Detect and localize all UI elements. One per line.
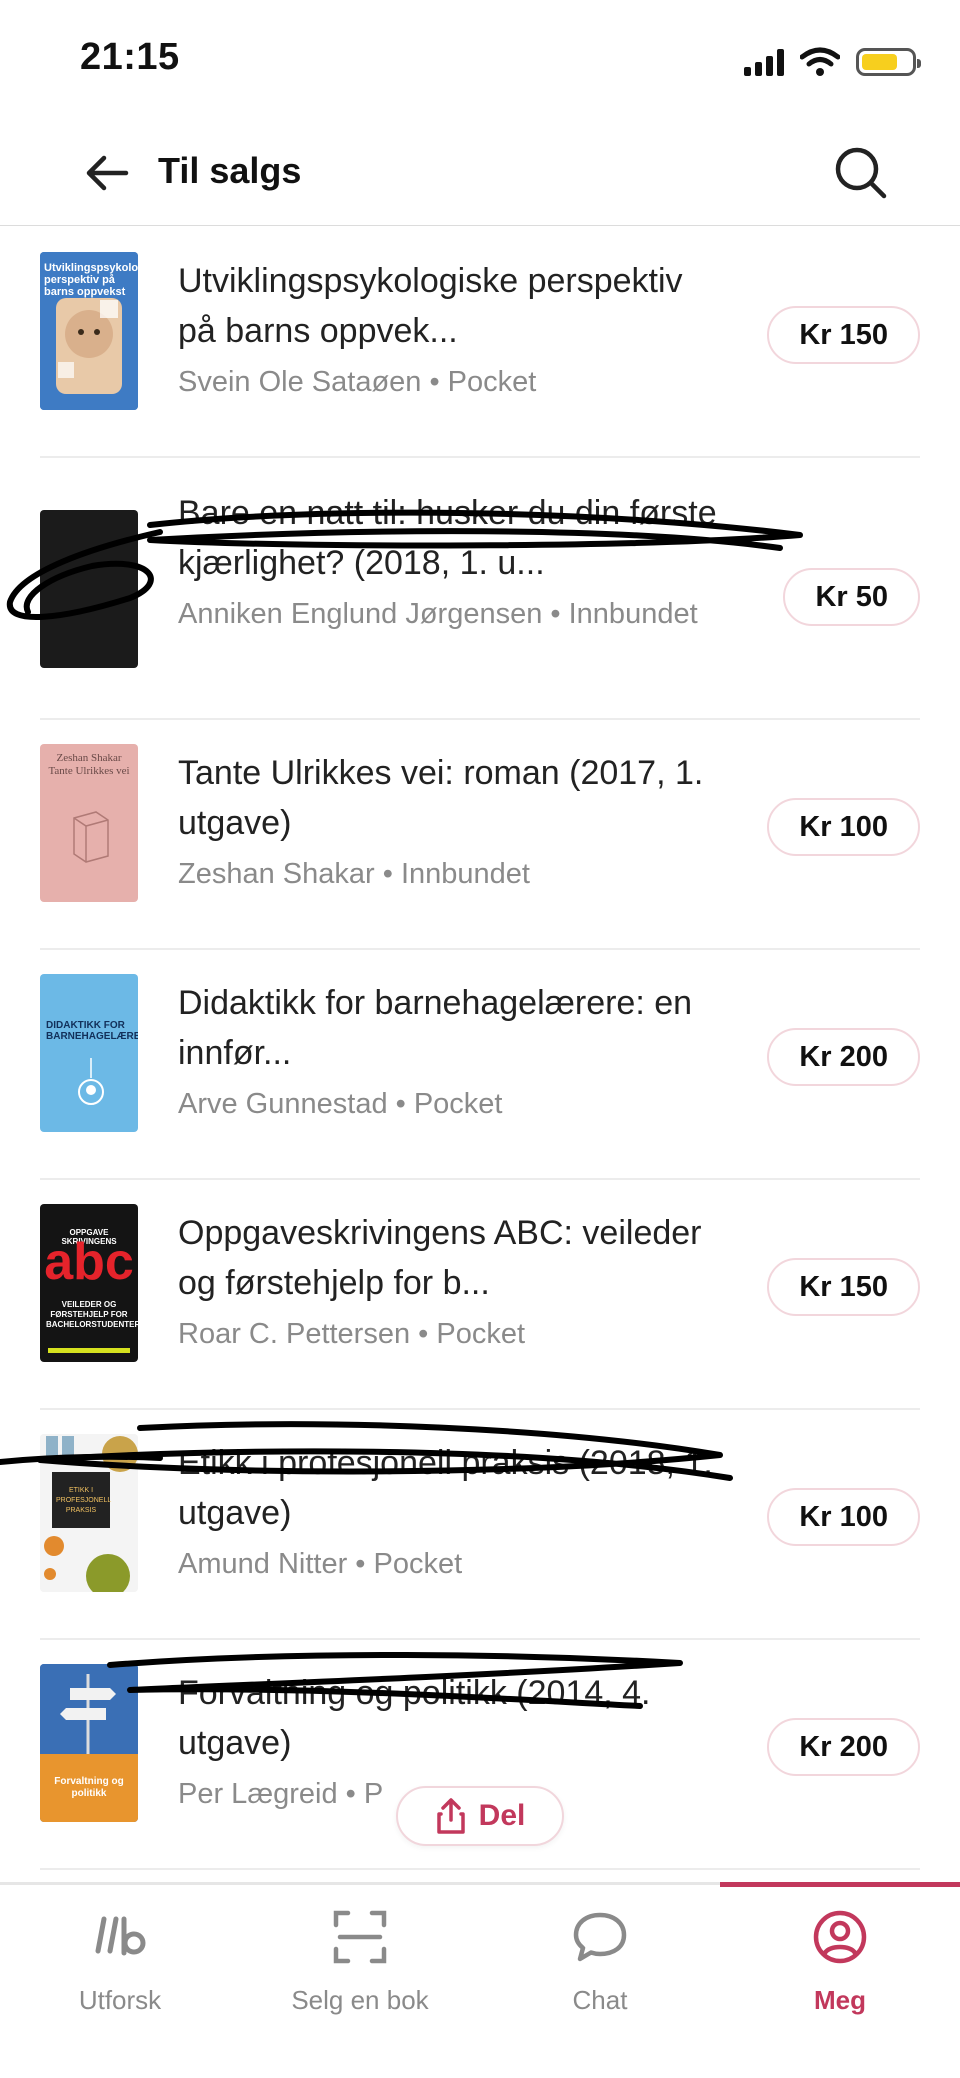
listing-row[interactable]: Bare en natt til: husker du din første k… <box>40 458 920 720</box>
listing-row[interactable]: Utviklingspsykologiske perspektiv på bar… <box>40 228 920 458</box>
chat-bubble-icon <box>573 1912 627 1962</box>
listing-meta: Svein Ole Sataøen • Pocket <box>178 366 537 398</box>
listing-info: Bare en natt til: husker du din første k… <box>178 488 718 634</box>
listing-title: Forvaltning og politikk (2014, 4. utgave… <box>178 1674 651 1762</box>
listing-meta: Zeshan Shakar • Innbundet <box>178 858 530 890</box>
listing-info: Utviklingspsykologiske perspektiv på bar… <box>178 256 718 402</box>
book-cover: OPPGAVE SKRIVINGENS abc VEILEDER OG FØRS… <box>40 1204 138 1362</box>
tab-label: Utforsk <box>78 1985 162 2015</box>
share-button[interactable]: Del <box>396 1786 564 1846</box>
tab-selg-en-bok[interactable]: Selg en bok <box>240 1885 480 2078</box>
price-badge[interactable]: Kr 100 <box>767 1488 920 1546</box>
wifi-icon <box>800 47 840 76</box>
tab-label: Selg en bok <box>291 1985 429 2015</box>
logo-lb-icon <box>95 1916 146 1956</box>
listing-meta: Anniken Englund Jørgensen • Innbundet <box>178 598 698 630</box>
book-cover-title: Utviklingspsykologiske perspektiv på bar… <box>44 262 138 298</box>
page-title: Til salgs <box>158 150 302 191</box>
listing-row[interactable]: OPPGAVE SKRIVINGENS abc VEILEDER OG FØRS… <box>40 1180 920 1410</box>
scan-frame-icon <box>333 1910 387 1964</box>
book-cover-title: Forvaltning og politikk <box>54 1776 124 1799</box>
listing-title: Etikk i profesjonell praksis (2018, 1. u… <box>178 1444 713 1532</box>
share-label: Del <box>478 1799 526 1832</box>
tab-utforsk[interactable]: Utforsk <box>0 1885 240 2078</box>
listing-row[interactable]: Zeshan Shakar Tante Ulrikkes vei Tante U… <box>40 720 920 950</box>
listing-info: Tante Ulrikkes vei: roman (2017, 1. utga… <box>178 748 718 894</box>
listing-row[interactable]: ETIKK I PROFESJONELL PRAKSIS Etikk i pro… <box>40 1410 920 1640</box>
listing-list: Utviklingspsykologiske perspektiv på bar… <box>0 228 960 1870</box>
listing-info: Etikk i profesjonell praksis (2018, 1. u… <box>178 1438 718 1584</box>
price-badge[interactable]: Kr 50 <box>783 568 920 626</box>
book-cover <box>40 510 138 668</box>
price-badge[interactable]: Kr 200 <box>767 1718 920 1776</box>
listing-title: Didaktikk for barnehagelærere: en innfør… <box>178 984 693 1072</box>
battery-icon <box>856 48 921 76</box>
price-badge[interactable]: Kr 150 <box>767 306 920 364</box>
share-icon <box>436 1798 465 1834</box>
book-cover: ETIKK I PROFESJONELL PRAKSIS <box>40 1434 138 1592</box>
listing-title: Bare en natt til: husker du din første k… <box>178 494 717 582</box>
listing-meta: Roar C. Pettersen • Pocket <box>178 1318 526 1350</box>
arrow-left-icon[interactable] <box>82 148 132 198</box>
tab-label: Chat <box>572 1985 628 2015</box>
status-bar: 21:15 <box>0 0 960 120</box>
search-icon[interactable] <box>832 144 890 202</box>
tab-label: Meg <box>814 1985 866 2015</box>
cellular-signal-icon <box>744 48 784 76</box>
listing-meta: Arve Gunnestad • Pocket <box>178 1088 503 1120</box>
book-cover: DIDAKTIKK FOR BARNEHAGELÆRERE <box>40 974 138 1132</box>
book-cover-title: Zeshan Shakar Tante Ulrikkes vei <box>48 752 130 777</box>
listing-title: Oppgaveskrivingens ABC: veileder og førs… <box>178 1214 702 1302</box>
listing-row[interactable]: DIDAKTIKK FOR BARNEHAGELÆRERE Didaktikk … <box>40 950 920 1180</box>
listing-info: Oppgaveskrivingens ABC: veileder og førs… <box>178 1208 718 1354</box>
book-cover-title: DIDAKTIKK FOR BARNEHAGELÆRERE <box>46 1020 138 1042</box>
price-badge[interactable]: Kr 200 <box>767 1028 920 1086</box>
tab-meg[interactable]: Meg <box>720 1882 960 2078</box>
listing-title: Tante Ulrikkes vei: roman (2017, 1. utga… <box>178 754 704 842</box>
listing-info: Didaktikk for barnehagelærere: en innfør… <box>178 978 718 1124</box>
listing-title: Utviklingspsykologiske perspektiv på bar… <box>178 262 683 350</box>
status-icons <box>744 42 921 82</box>
book-cover: Utviklingspsykologiske perspektiv på bar… <box>40 252 138 410</box>
book-cover-title-large: abc <box>44 1233 134 1291</box>
price-badge[interactable]: Kr 100 <box>767 798 920 856</box>
price-badge[interactable]: Kr 150 <box>767 1258 920 1316</box>
profile-icon <box>813 1910 867 1964</box>
battery-level <box>862 54 897 70</box>
status-time: 21:15 <box>80 36 180 78</box>
book-cover: Zeshan Shakar Tante Ulrikkes vei <box>40 744 138 902</box>
top-bar: Til salgs <box>0 120 960 226</box>
book-cover: Forvaltning og politikk <box>40 1664 138 1822</box>
listing-meta: Amund Nitter • Pocket <box>178 1548 463 1580</box>
bottom-tab-bar: Utforsk Selg en bok Chat Meg <box>0 1882 960 2078</box>
book-cover-subtitle: VEILEDER OG FØRSTEHJELP FOR BACHELORSTUD… <box>46 1300 138 1329</box>
book-cover-title: ETIKK I PROFESJONELL PRAKSIS <box>56 1487 112 1514</box>
tab-chat[interactable]: Chat <box>480 1885 720 2078</box>
